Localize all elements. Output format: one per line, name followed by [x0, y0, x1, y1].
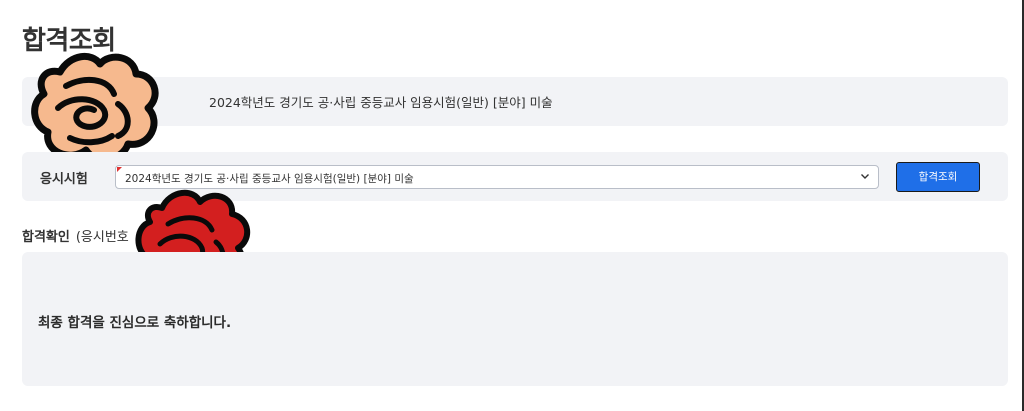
- exam-info-panel: 2024학년도 경기도 공·사립 중등교사 임용시험(일반) [분야] 미술: [22, 77, 1008, 126]
- result-message: 최종 합격을 진심으로 축하합니다.: [38, 315, 232, 331]
- result-section-title: 합격확인 (응시번호: [22, 226, 129, 245]
- redaction-scribble-peach: [31, 53, 159, 162]
- exam-select-value: 2024학년도 경기도 공·사립 중등교사 임용시험(일반) [분야] 미술: [125, 173, 414, 185]
- result-panel: 최종 합격을 진심으로 축하합니다.: [22, 252, 1008, 386]
- result-section-subtitle: (응시번호: [75, 230, 129, 245]
- exam-info-text: 2024학년도 경기도 공·사립 중등교사 임용시험(일반) [분야] 미술: [209, 95, 553, 110]
- chevron-down-icon: [861, 174, 869, 179]
- required-marker: [117, 167, 122, 172]
- result-section-heading: 합격확인: [22, 230, 70, 245]
- exam-select-label: 응시시험: [40, 172, 88, 187]
- check-result-button[interactable]: 합격조회: [896, 162, 980, 192]
